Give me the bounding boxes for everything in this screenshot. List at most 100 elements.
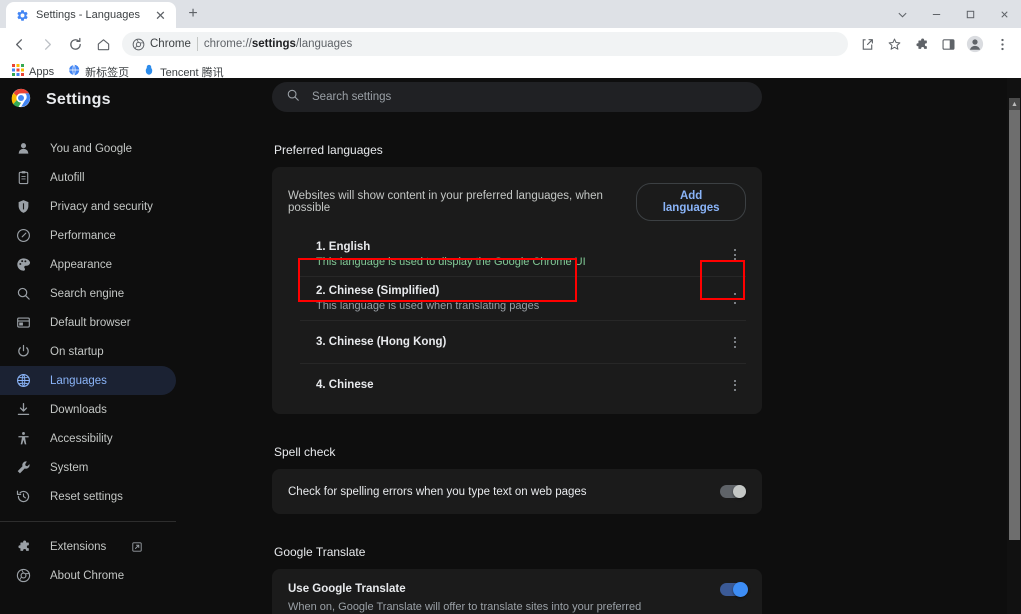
bookmark-star-icon[interactable] (881, 31, 907, 57)
globe-icon (15, 373, 31, 389)
person-icon (15, 141, 31, 157)
sidebar-item-you-and-google[interactable]: You and Google (0, 134, 176, 163)
language-name: 1. English (316, 241, 371, 253)
omnibox-divider (196, 37, 198, 51)
language-name: 3. Chinese (Hong Kong) (316, 336, 447, 348)
chrome-icon (15, 568, 31, 584)
sidebar-item-system[interactable]: System (0, 453, 176, 482)
sidebar-item-label: Accessibility (50, 432, 113, 445)
sidebar-item-label: Performance (50, 229, 116, 242)
share-icon[interactable] (854, 31, 880, 57)
spell-check-heading: Spell check (274, 445, 336, 459)
reload-icon[interactable] (62, 31, 88, 57)
sidebar-item-performance[interactable]: Performance (0, 221, 176, 250)
language-list: 1. English This language is used to disp… (272, 233, 762, 414)
side-panel-icon[interactable] (935, 31, 961, 57)
sidebar-item-search-engine[interactable]: Search engine (0, 279, 176, 308)
spell-check-row[interactable]: Check for spelling errors when you type … (272, 469, 762, 514)
puzzle-icon (15, 539, 31, 555)
sidebar-item-languages[interactable]: Languages (0, 366, 176, 395)
tab-search-chevron-down-icon[interactable] (885, 0, 919, 28)
more-options-icon[interactable] (724, 242, 746, 268)
sidebar-item-autofill[interactable]: Autofill (0, 163, 176, 192)
back-icon[interactable] (6, 31, 32, 57)
site-chip: Chrome (132, 38, 191, 51)
sidebar-item-label: Downloads (50, 403, 107, 416)
close-window-icon[interactable] (987, 0, 1021, 28)
more-options-icon[interactable] (724, 286, 746, 312)
palette-icon (15, 257, 31, 273)
spell-check-toggle[interactable] (720, 485, 746, 498)
sidebar-item-label: Autofill (50, 171, 85, 184)
sidebar-item-appearance[interactable]: Appearance (0, 250, 176, 279)
use-google-translate-description: When on, Google Translate will offer to … (288, 601, 642, 613)
sidebar-item-accessibility[interactable]: Accessibility (0, 424, 176, 453)
language-row-chinese[interactable]: 4. Chinese (300, 363, 746, 406)
language-row-chinese-hong-kong[interactable]: 3. Chinese (Hong Kong) (300, 320, 746, 363)
browser-window: Settings - Languages ✕ + Chrome chrome:/… (0, 0, 1021, 614)
profile-avatar-icon[interactable] (962, 31, 988, 57)
external-link-icon (131, 541, 143, 553)
accessibility-icon (15, 431, 31, 447)
sidebar-item-label: Search engine (50, 287, 125, 300)
more-options-icon[interactable] (724, 329, 746, 355)
sidebar-item-about-chrome[interactable]: About Chrome (0, 561, 176, 590)
language-row-english[interactable]: 1. English This language is used to disp… (300, 233, 746, 276)
preferred-languages-description: Websites will show content in your prefe… (288, 190, 603, 214)
home-icon[interactable] (90, 31, 116, 57)
sidebar-item-extensions[interactable]: Extensions (0, 532, 176, 561)
wrench-icon (15, 460, 31, 476)
chrome-logo-icon (11, 88, 31, 113)
preferred-languages-card: Websites will show content in your prefe… (272, 167, 762, 414)
sidebar-item-label: About Chrome (50, 569, 125, 582)
maximize-icon[interactable] (953, 0, 987, 28)
window-controls (885, 0, 1021, 28)
sidebar-item-default-browser[interactable]: Default browser (0, 308, 176, 337)
search-settings-bar[interactable]: Search settings (272, 82, 762, 112)
search-icon (15, 286, 31, 302)
search-icon (286, 88, 300, 107)
spell-check-card: Check for spelling errors when you type … (272, 469, 762, 514)
sidebar-item-reset-settings[interactable]: Reset settings (0, 482, 176, 511)
sidebar-item-label: Default browser (50, 316, 131, 329)
bookmark-label: Apps (29, 65, 55, 78)
tab-strip: Settings - Languages ✕ + (0, 0, 1021, 28)
google-translate-toggle[interactable] (720, 582, 748, 597)
add-languages-button[interactable]: Add languages (636, 183, 746, 221)
page-scrollbar[interactable]: ▲ (1007, 78, 1021, 614)
search-input[interactable]: Search settings (312, 91, 391, 103)
toolbar-right-icons (854, 31, 1015, 57)
close-icon[interactable]: ✕ (153, 8, 168, 23)
scrollbar-thumb[interactable] (1009, 110, 1020, 540)
sidebar-item-downloads[interactable]: Downloads (0, 395, 176, 424)
browser-window-icon (15, 315, 31, 331)
browser-toolbar: Chrome chrome://settings/languages (0, 28, 1021, 60)
sidebar-item-label: On startup (50, 345, 104, 358)
sidebar-item-privacy-and-security[interactable]: Privacy and security (0, 192, 176, 221)
chrome-circle-icon (132, 38, 145, 50)
use-google-translate-label: Use Google Translate (288, 583, 406, 595)
minimize-icon[interactable] (919, 0, 953, 28)
sidebar-item-label: Privacy and security (50, 200, 153, 213)
language-row-chinese-simplified[interactable]: 2. Chinese (Simplified) This language is… (300, 276, 746, 320)
spell-check-label: Check for spelling errors when you type … (288, 485, 587, 498)
speedometer-icon (15, 228, 31, 244)
address-bar[interactable]: Chrome chrome://settings/languages (122, 32, 848, 56)
chrome-menu-icon[interactable] (989, 31, 1015, 57)
forward-icon[interactable] (34, 31, 60, 57)
new-tab-button[interactable]: + (180, 1, 206, 27)
google-translate-heading: Google Translate (274, 545, 366, 559)
browser-tab[interactable]: Settings - Languages ✕ (6, 2, 176, 28)
extensions-puzzle-icon[interactable] (908, 31, 934, 57)
page-title: Settings (46, 91, 111, 108)
history-restore-icon (15, 489, 31, 505)
use-google-translate-row[interactable]: Use Google Translate When on, Google Tra… (272, 569, 762, 614)
sidebar-item-label: Reset settings (50, 490, 123, 503)
scroll-up-arrow-icon[interactable]: ▲ (1009, 98, 1020, 110)
sidebar-item-label: System (50, 461, 89, 474)
sidebar-item-on-startup[interactable]: On startup (0, 337, 176, 366)
language-description: This language is used to display the Goo… (316, 256, 586, 268)
preferred-languages-heading: Preferred languages (274, 143, 383, 157)
sidebar-item-label: Appearance (50, 258, 113, 271)
more-options-icon[interactable] (724, 372, 746, 398)
